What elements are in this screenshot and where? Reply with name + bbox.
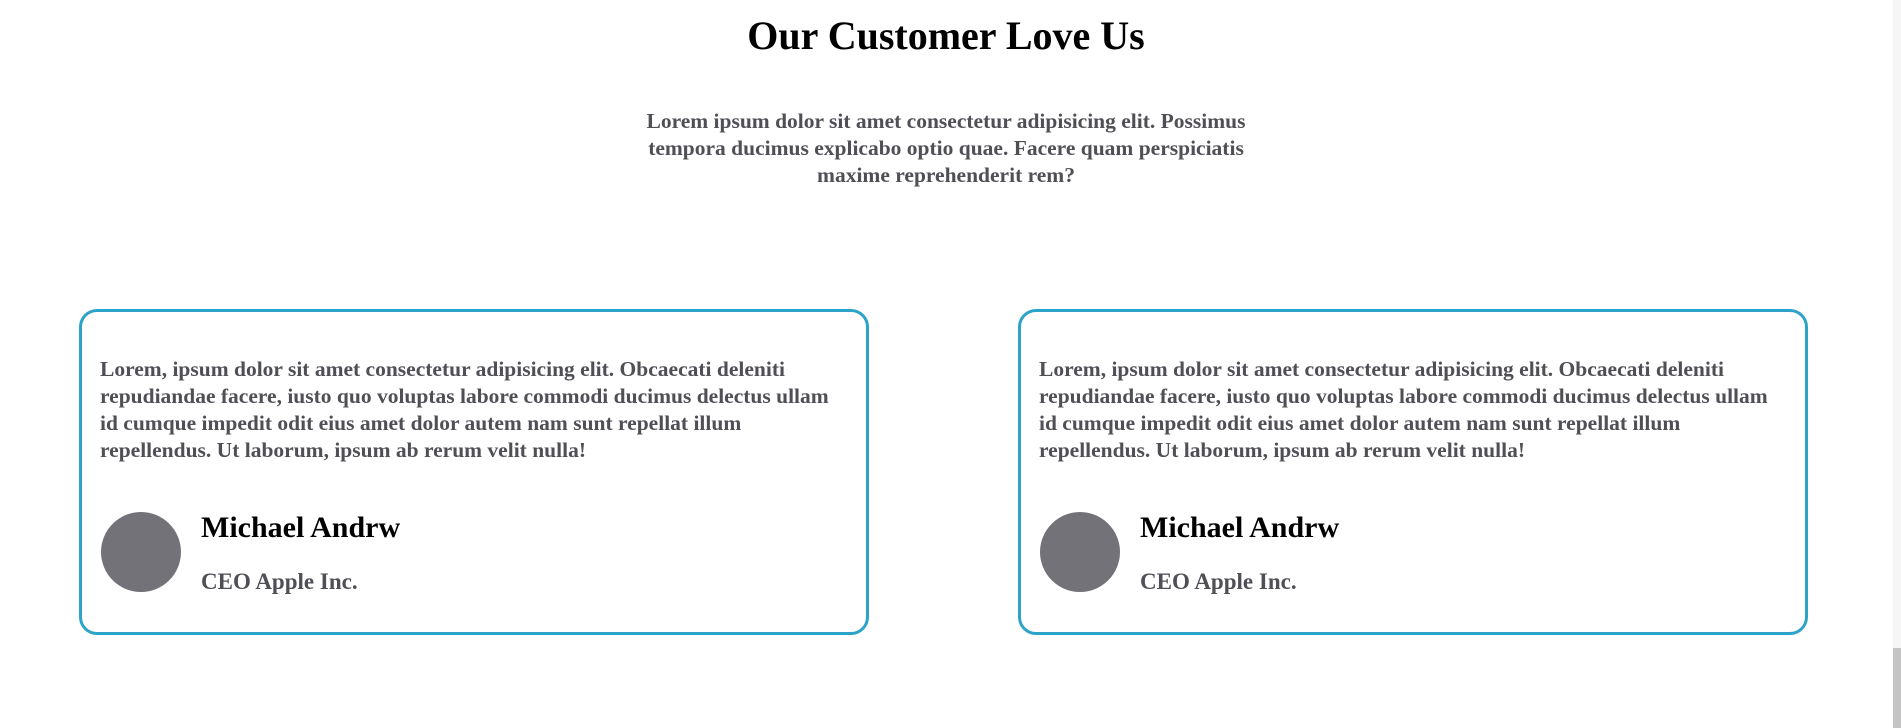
testimonial-text: Lorem, ipsum dolor sit amet consectetur … — [1039, 357, 1768, 462]
testimonial-text: Lorem, ipsum dolor sit amet consectetur … — [100, 357, 829, 462]
section-title: Our Customer Love Us — [747, 13, 1145, 58]
author-role: CEO Apple Inc. — [201, 569, 358, 594]
avatar — [101, 512, 181, 592]
testimonial-card: Lorem, ipsum dolor sit amet consectetur … — [79, 309, 869, 635]
author-role: CEO Apple Inc. — [1140, 569, 1297, 594]
scrollbar-thumb[interactable] — [1893, 648, 1901, 728]
author-name: Michael Andrw — [1140, 511, 1340, 544]
section-subtitle: Lorem ipsum dolor sit amet consectetur a… — [646, 109, 1246, 187]
testimonial-card: Lorem, ipsum dolor sit amet consectetur … — [1018, 309, 1808, 635]
author-name: Michael Andrw — [201, 511, 401, 544]
scrollbar-track[interactable] — [1893, 0, 1901, 728]
avatar — [1040, 512, 1120, 592]
